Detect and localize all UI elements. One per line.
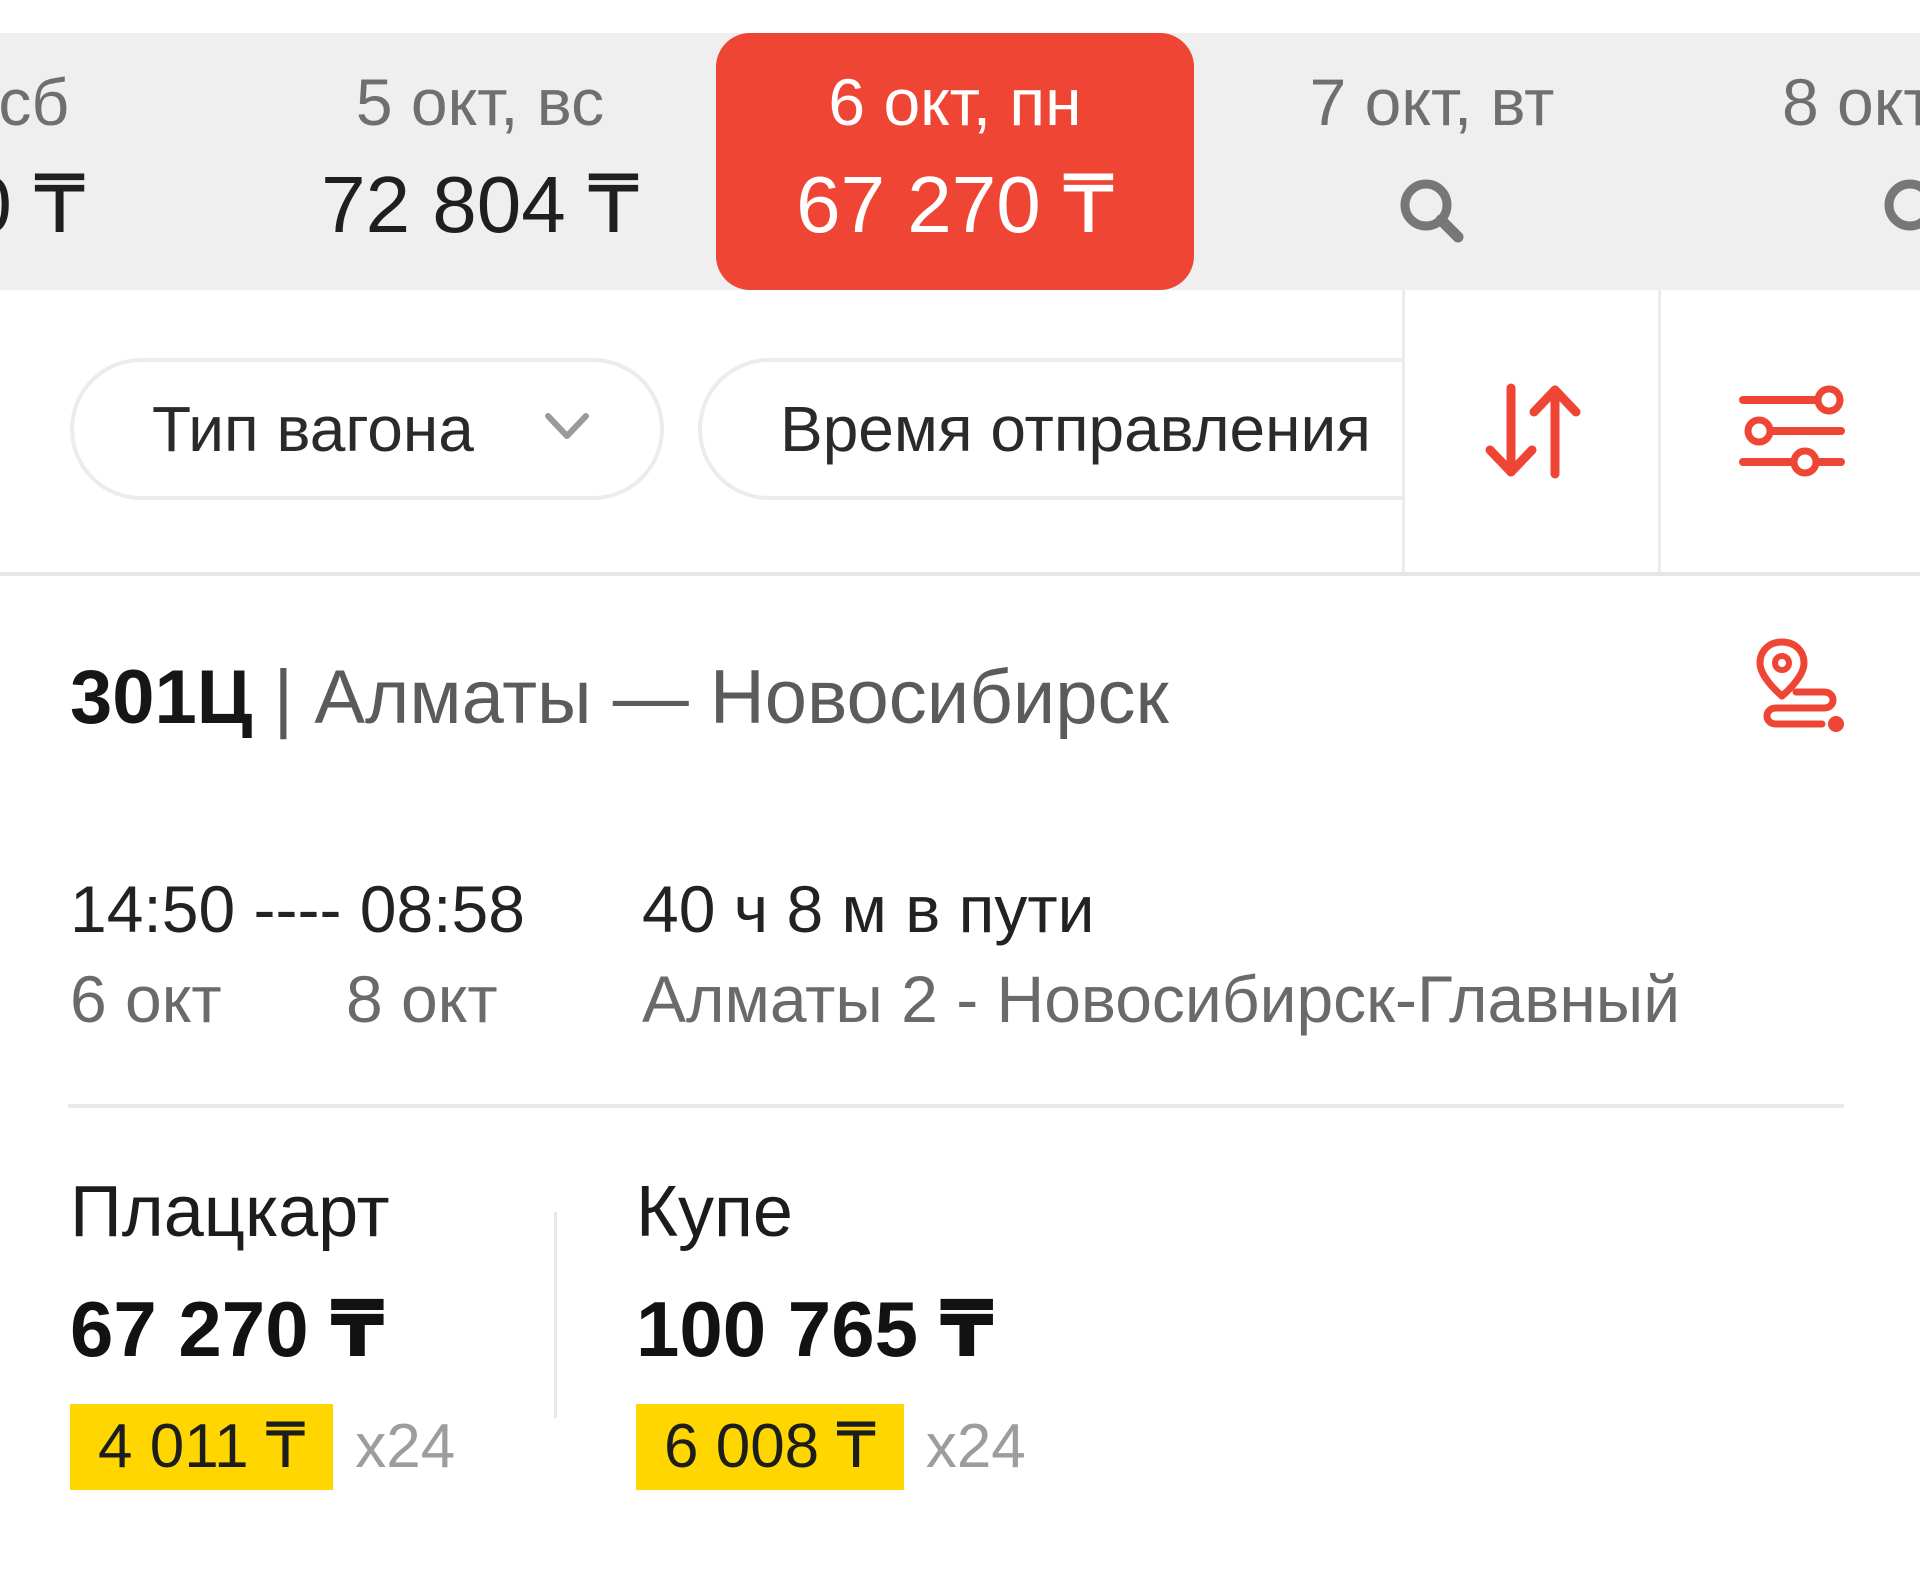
time-dash: ---- (235, 872, 360, 946)
date-label: 7 окт, вт (1309, 65, 1555, 139)
bonus-badge: 6 008 ₸ (636, 1404, 904, 1490)
fare-class: Купе (636, 1172, 793, 1252)
sort-arrows-icon (1485, 383, 1581, 479)
fare-price: 100 765 ₸ (636, 1285, 994, 1373)
date-label: 6 окт, пн (828, 65, 1082, 139)
date-price: 72 804 ₸ (321, 160, 639, 249)
fare-price: 67 270 ₸ (70, 1285, 385, 1373)
chevron-down-icon (545, 413, 589, 439)
departure-arrival-times: 14:50 ---- 08:58 (70, 876, 525, 942)
search-icon (1884, 179, 1920, 231)
date-item-6-okt-selected[interactable]: 6 окт, пн 67 270 ₸ (716, 33, 1194, 290)
divider (68, 1104, 1844, 1108)
departure-time-label: Время отправления (780, 393, 1371, 465)
settings-button[interactable] (1658, 290, 1920, 572)
arrival-time: 08:58 (359, 872, 525, 946)
train-route: Алматы — Новосибирск (314, 655, 1169, 740)
title-separator: | (252, 655, 315, 740)
train-title[interactable]: 301Ц | Алматы — Новосибирск (70, 660, 1169, 736)
date-item-8-okt[interactable]: 8 окт (1742, 33, 1920, 290)
arrival-date: 8 окт (346, 962, 498, 1036)
sort-button[interactable] (1402, 290, 1661, 572)
route-stations: Алматы 2 - Новосибирск-Главный (642, 962, 1681, 1036)
bonus-row: 4 011 ₸ x24 (70, 1404, 455, 1490)
departure-time: 14:50 (70, 872, 236, 946)
search-icon (1400, 179, 1464, 243)
date-label: 5 окт, вс (355, 65, 605, 139)
date-item-5-okt[interactable]: 5 окт, вс 72 804 ₸ (300, 33, 660, 290)
date-strip: т, сб 70 ₸ 5 окт, вс 72 804 ₸ 6 окт, пн … (0, 33, 1920, 290)
bonus-multiplier: x24 (925, 1412, 1026, 1481)
train-number: 301Ц (70, 655, 253, 740)
wagon-type-label: Тип вагона (152, 393, 474, 465)
settings-sliders-icon (1739, 385, 1845, 477)
wagon-type-filter[interactable]: Тип вагона (70, 358, 664, 500)
fare-class: Плацкарт (70, 1172, 390, 1252)
date-price: 67 270 ₸ (796, 160, 1114, 249)
trip-duration: 40 ч 8 м в пути (642, 872, 1095, 946)
bonus-multiplier: x24 (355, 1412, 456, 1481)
date-price: 70 ₸ (0, 160, 86, 249)
route-map-icon[interactable] (1752, 636, 1846, 734)
fare-option-platskart[interactable]: Плацкарт 67 270 ₸ 4 011 ₸ x24 (70, 1176, 455, 1490)
date-label: 8 окт (1782, 65, 1920, 139)
date-item-4-okt[interactable]: т, сб 70 ₸ (0, 33, 154, 290)
bonus-badge: 4 011 ₸ (70, 1404, 334, 1490)
date-item-7-okt[interactable]: 7 окт, вт (1240, 33, 1624, 290)
bonus-row: 6 008 ₸ x24 (636, 1404, 1026, 1490)
fare-option-kupe[interactable]: Купе 100 765 ₸ 6 008 ₸ x24 (636, 1176, 1026, 1490)
departure-date: 6 окт (70, 962, 222, 1036)
fare-divider (554, 1212, 557, 1418)
date-label: т, сб (0, 65, 70, 139)
filter-bar: Тип вагона Время отправления (0, 290, 1920, 576)
